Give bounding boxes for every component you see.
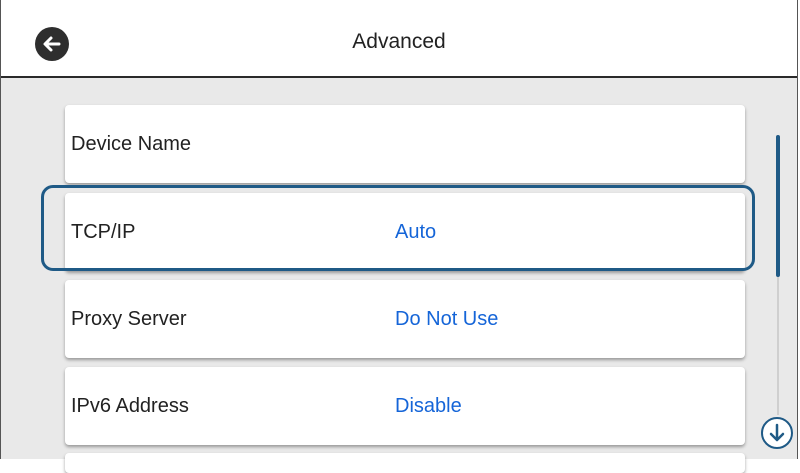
setting-value: Auto (395, 221, 437, 243)
setting-value: Do Not Use (395, 308, 499, 330)
setting-ipv6-address[interactable]: IPv6 Address Disable (65, 367, 745, 445)
setting-label: TCP/IP (71, 221, 136, 243)
setting-tcp-ip[interactable]: TCP/IP Auto (65, 193, 745, 271)
settings-list: Device Name TCP/IP Auto Proxy Server Do … (1, 78, 797, 473)
scroll-down-button[interactable] (761, 417, 793, 449)
printer-panel-screen: Advanced Device Name TCP/IP Auto Proxy S… (0, 0, 798, 473)
setting-label: Device Name (71, 133, 192, 155)
page-title: Advanced (352, 30, 446, 53)
setting-value: Disable (395, 395, 462, 417)
setting-device-name[interactable]: Device Name (65, 105, 745, 183)
scrollbar-thumb[interactable] (776, 135, 780, 277)
setting-label: Proxy Server (71, 308, 187, 330)
setting-proxy-server[interactable]: Proxy Server Do Not Use (65, 280, 745, 358)
setting-label: IPv6 Address (71, 395, 189, 417)
header-bar: Advanced (1, 0, 797, 78)
arrow-down-circle-icon (769, 423, 785, 442)
setting-next-partial[interactable] (65, 453, 745, 473)
